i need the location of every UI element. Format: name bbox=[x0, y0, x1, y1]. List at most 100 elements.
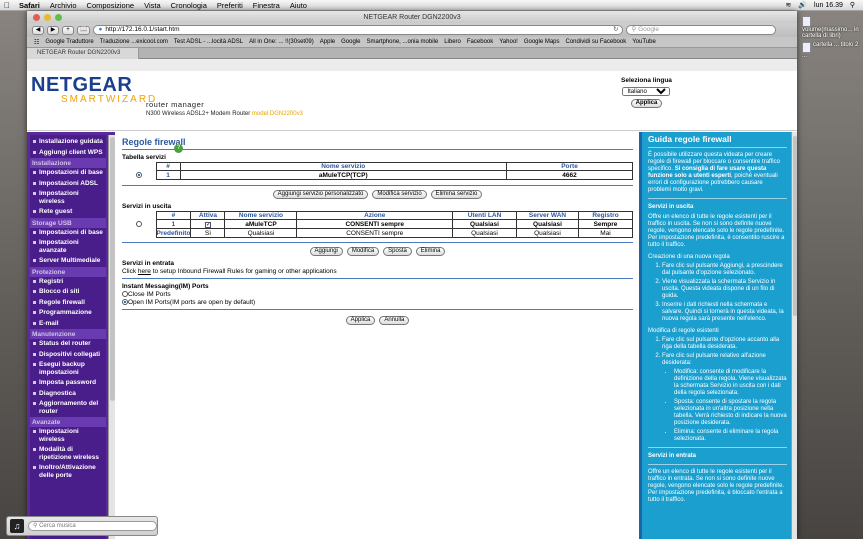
bookmarks-icon[interactable]: 📖 bbox=[77, 25, 91, 35]
bookmark-7[interactable]: Libero bbox=[441, 39, 464, 45]
desktop-icon-1[interactable]: volume(massimo... in cartella di libri) bbox=[802, 16, 862, 39]
nav-impostazioni-base[interactable]: Impostazioni di base bbox=[30, 168, 106, 179]
volume-icon[interactable]: 🔊 bbox=[798, 1, 807, 9]
move-rule-button[interactable]: Sposta bbox=[383, 247, 412, 256]
outbound-table: # Attiva Nome servizio Azione Utenti LAN… bbox=[122, 211, 633, 238]
edit-rule-button[interactable]: Modifica bbox=[346, 247, 380, 256]
language-selector: Seleziona lingua Italiano Applica bbox=[621, 77, 672, 108]
nav-installazione-guidata[interactable]: Installazione guidata bbox=[30, 137, 106, 148]
inbound-post: to setup Inbound Firewall Rules for gami… bbox=[150, 268, 337, 275]
lang-label: Seleziona lingua bbox=[621, 77, 672, 84]
music-search-placeholder: Cerca musica bbox=[39, 523, 76, 529]
nav-rete-guest[interactable]: Rete guest bbox=[30, 207, 106, 218]
im-close-option[interactable]: Close IM Ports bbox=[122, 291, 633, 298]
nav-server-multimediale[interactable]: Server Multimediale bbox=[30, 256, 106, 267]
page-title: Regole firewall bbox=[122, 137, 633, 147]
tab-netgear[interactable]: NETGEAR Router DGN2200v3 bbox=[27, 48, 139, 59]
nav-backup-impostazioni[interactable]: Esegui backup impostazioni bbox=[30, 360, 106, 378]
im-open-option[interactable]: Open IM Ports(IM ports are open by defau… bbox=[122, 299, 633, 306]
nav-impostazioni-wireless[interactable]: Impostazioni wireless bbox=[30, 189, 106, 207]
bookmark-9[interactable]: Yahoo! bbox=[496, 39, 521, 45]
add-bookmark-button[interactable]: + bbox=[62, 25, 74, 35]
service-radio[interactable] bbox=[135, 171, 142, 178]
model-name: model DGN2200v3 bbox=[251, 111, 303, 117]
help-panel: Guida regole firewall È possibile utiliz… bbox=[639, 132, 797, 539]
nav-ripetizione-wireless[interactable]: Modalità di ripetizione wireless bbox=[30, 445, 106, 463]
wifi-icon[interactable]: ≋ bbox=[785, 1, 791, 9]
nav-impostazioni-adsl[interactable]: Impostazioni ADSL bbox=[30, 179, 106, 190]
back-button[interactable]: ◀ bbox=[32, 25, 44, 35]
nav-email[interactable]: E-mail bbox=[30, 319, 106, 330]
nav-diagnostica[interactable]: Diagnostica bbox=[30, 389, 106, 400]
bookmarks-list-icon[interactable]: ☷ bbox=[31, 39, 42, 46]
outbound-radio[interactable] bbox=[135, 220, 142, 227]
bookmark-1[interactable]: Traduzione ...exicool.com bbox=[97, 39, 171, 45]
nav-status-router[interactable]: Status del router bbox=[30, 339, 106, 350]
clock[interactable]: lun 16.39 bbox=[814, 2, 843, 9]
bookmark-0[interactable]: Google Traduttore bbox=[42, 39, 96, 45]
menu-cronologia[interactable]: Cronologia bbox=[166, 1, 212, 10]
url-text: http://172.16.0.1/start.htm bbox=[105, 26, 180, 33]
menu-app-name[interactable]: Safari bbox=[14, 1, 45, 10]
lang-select[interactable]: Italiano bbox=[622, 87, 671, 96]
bookmark-6[interactable]: Smartphone, ...onia mobile bbox=[363, 39, 441, 45]
services-col-num: # bbox=[155, 162, 181, 171]
nav-imposta-password[interactable]: Imposta password bbox=[30, 378, 106, 389]
reload-icon[interactable]: ↻ bbox=[613, 26, 622, 34]
bookmark-2[interactable]: Test ADSL - ...locità ADSL bbox=[171, 39, 246, 45]
window-title: NETGEAR Router DGN2200v3 bbox=[363, 13, 461, 21]
help-intro: È possibile utilizzare questa videata pe… bbox=[648, 152, 780, 193]
menu-aiuto[interactable]: Aiuto bbox=[285, 1, 312, 10]
apply-button[interactable]: Applica bbox=[345, 316, 376, 325]
sidebar-scroll-thumb[interactable] bbox=[110, 137, 115, 401]
nav-regole-firewall[interactable]: Regole firewall bbox=[30, 298, 106, 309]
nav-adv-impostazioni-wireless[interactable]: Impostazioni wireless bbox=[30, 427, 106, 445]
menu-finestra[interactable]: Finestra bbox=[248, 1, 285, 10]
url-field[interactable]: ● http://172.16.0.1/start.htm ↻ bbox=[93, 25, 624, 35]
lang-apply-button[interactable]: Applica bbox=[630, 99, 663, 108]
add-custom-service-button[interactable]: Aggiungi servizio personalizzato bbox=[272, 190, 369, 199]
bookmark-8[interactable]: Facebook bbox=[464, 39, 496, 45]
help-scrollbar[interactable] bbox=[791, 132, 797, 539]
sidebar-scrollbar[interactable] bbox=[108, 135, 115, 539]
nav-usb-impostazioni-avanzate[interactable]: Impostazioni avanzate bbox=[30, 238, 106, 256]
help-edit-step: Fare clic sul pulsante d'opzione accanto… bbox=[662, 337, 787, 351]
forward-button[interactable]: ▶ bbox=[47, 25, 59, 35]
menu-vista[interactable]: Vista bbox=[139, 1, 166, 10]
nav-registri[interactable]: Registri bbox=[30, 277, 106, 288]
nav-dispositivi-collegati[interactable]: Dispositivi collegati bbox=[30, 350, 106, 361]
music-search-input[interactable]: ⚲ Cerca musica bbox=[28, 521, 157, 531]
outbound-wan: Qualsiasi bbox=[516, 219, 579, 229]
nav-inoltro-porte[interactable]: Inoltro/Attivazione delle porte bbox=[30, 463, 106, 481]
nav-usb-impostazioni-base[interactable]: Impostazioni di base bbox=[30, 228, 106, 239]
delete-rule-button[interactable]: Elimina bbox=[415, 247, 446, 256]
nav-programmazione[interactable]: Programmazione bbox=[30, 308, 106, 319]
edit-service-button[interactable]: Modifica servizio bbox=[372, 190, 427, 199]
delete-service-button[interactable]: Elimina servizio bbox=[430, 190, 483, 199]
music-note-icon[interactable]: ♫ bbox=[10, 519, 24, 533]
search-field[interactable]: ⚲ Google bbox=[626, 25, 777, 35]
nav-blocco-siti[interactable]: Blocco di siti bbox=[30, 287, 106, 298]
nav-aggiungi-client-wps[interactable]: Aggiungi client WPS bbox=[30, 148, 106, 159]
bookmark-4[interactable]: Apple bbox=[317, 39, 338, 45]
menu-preferiti[interactable]: Preferiti bbox=[212, 1, 248, 10]
bookmark-12[interactable]: YouTube bbox=[629, 39, 659, 45]
desktop-icon-2[interactable]: cartella ... titolo 2 ... bbox=[802, 42, 862, 59]
nav-aggiornamento-router[interactable]: Aggiornamento del router bbox=[30, 399, 106, 417]
apple-icon[interactable]:  bbox=[0, 1, 14, 10]
menu-archivio[interactable]: Archivio bbox=[45, 1, 82, 10]
bookmark-5[interactable]: Google bbox=[338, 39, 363, 45]
menu-composizione[interactable]: Composizione bbox=[82, 1, 140, 10]
add-rule-button[interactable]: Aggiungi bbox=[309, 247, 343, 256]
inbound-text: Click here to setup Inbound Firewall Rul… bbox=[122, 268, 633, 275]
bookmark-10[interactable]: Google Maps bbox=[521, 39, 563, 45]
inbound-here-link[interactable]: here bbox=[138, 268, 151, 275]
help-icon[interactable]: ? bbox=[174, 144, 183, 153]
cancel-button[interactable]: Annulla bbox=[379, 316, 410, 325]
bookmark-3[interactable]: All in One: ... !!(30set09) bbox=[246, 39, 317, 45]
outbound-col-name: Nome servizio bbox=[224, 211, 298, 220]
outbound-active-checkbox[interactable]: ✓ bbox=[204, 221, 211, 228]
help-scroll-thumb[interactable] bbox=[793, 136, 797, 316]
spotlight-icon[interactable]: ⚲ bbox=[850, 1, 855, 9]
bookmark-11[interactable]: Condividi su Facebook bbox=[563, 39, 630, 45]
